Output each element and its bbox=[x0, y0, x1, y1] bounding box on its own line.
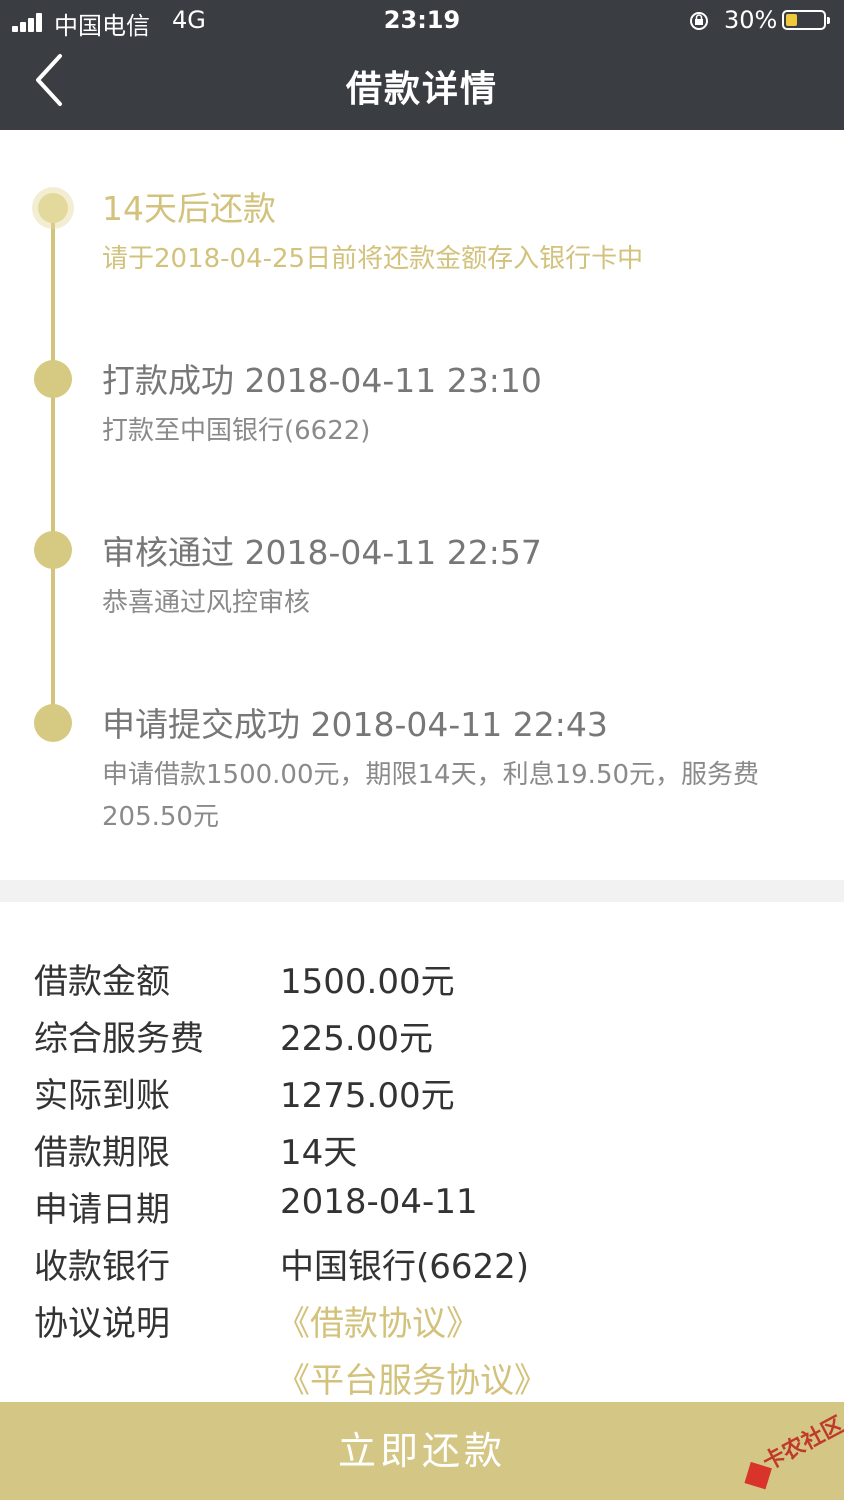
repay-now-button[interactable]: 立即还款 bbox=[0, 1402, 844, 1500]
timeline-dot bbox=[34, 360, 72, 398]
section-divider bbox=[0, 880, 844, 902]
battery-percent: 30% bbox=[724, 6, 778, 34]
detail-value: 14天 bbox=[280, 1133, 358, 1173]
detail-label: 协议说明 bbox=[34, 1304, 170, 1344]
loan-details: 借款金额 1500.00元 综合服务费 225.00元 实际到账 1275.00… bbox=[0, 902, 844, 1402]
detail-value: 1275.00元 bbox=[280, 1076, 455, 1116]
rotation-lock-icon bbox=[690, 12, 708, 30]
detail-label: 借款期限 bbox=[34, 1133, 170, 1173]
loan-progress-timeline: 14天后还款 请于2018-04-25日前将还款金额存入银行卡中 打款成功 20… bbox=[0, 130, 844, 880]
page-title: 借款详情 bbox=[345, 69, 498, 110]
status-bar: 中国电信 4G 23:19 30% bbox=[0, 0, 844, 44]
timeline-step-desc: 申请借款1500.00元，期限14天，利息19.50元，服务费205.50元 bbox=[102, 760, 760, 832]
timeline-dot bbox=[34, 531, 72, 569]
detail-label: 借款金额 bbox=[34, 962, 170, 1002]
top-bar: 中国电信 4G 23:19 30% 借款详情 bbox=[0, 0, 844, 130]
status-time: 23:19 bbox=[383, 6, 461, 34]
timeline-dot-pending bbox=[38, 193, 68, 223]
detail-label: 实际到账 bbox=[34, 1076, 170, 1116]
battery-icon bbox=[782, 10, 830, 30]
detail-label: 综合服务费 bbox=[34, 1019, 204, 1059]
timeline-step-desc: 打款至中国银行(6622) bbox=[102, 416, 371, 446]
detail-label: 申请日期 bbox=[34, 1190, 170, 1230]
timeline-dot bbox=[34, 704, 72, 742]
loan-agreement-link[interactable]: 《借款协议》 bbox=[276, 1296, 480, 1345]
timeline-step-title: 打款成功 2018-04-11 23:10 bbox=[102, 361, 542, 400]
detail-label: 收款银行 bbox=[34, 1247, 170, 1287]
timeline-step-desc: 恭喜通过风控审核 bbox=[102, 588, 311, 618]
battery-level-fill bbox=[786, 14, 797, 26]
timeline-line bbox=[51, 210, 55, 730]
service-agreement-link[interactable]: 《平台服务协议》 bbox=[276, 1353, 548, 1402]
detail-value: 1500.00元 bbox=[280, 962, 455, 1002]
detail-value: 225.00元 bbox=[280, 1019, 433, 1059]
detail-value: 中国银行(6622) bbox=[280, 1247, 530, 1287]
timeline-step-title: 审核通过 2018-04-11 22:57 bbox=[102, 533, 542, 572]
timeline-step-title: 申请提交成功 2018-04-11 22:43 bbox=[102, 705, 608, 744]
timeline-step-desc: 请于2018-04-25日前将还款金额存入银行卡中 bbox=[102, 244, 644, 274]
timeline-step-title: 14天后还款 bbox=[102, 189, 276, 228]
detail-value: 2018-04-11 bbox=[280, 1182, 478, 1222]
